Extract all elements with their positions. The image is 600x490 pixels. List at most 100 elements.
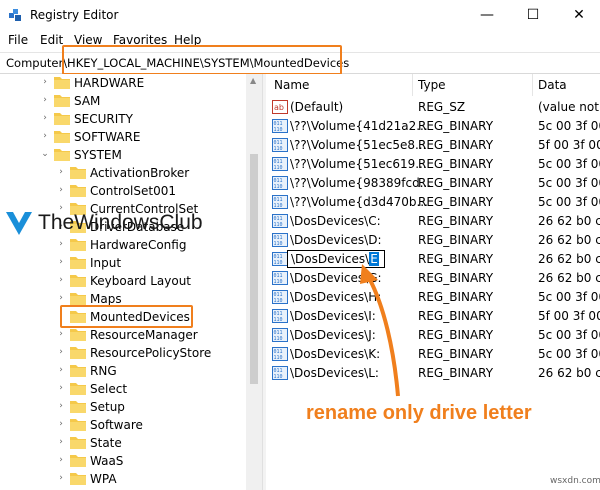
minimize-button[interactable]: — [464, 0, 510, 30]
value-type: REG_BINARY [418, 138, 494, 152]
column-header-data[interactable]: Data [538, 78, 567, 92]
chevron-right-icon[interactable]: › [56, 383, 66, 393]
key-tree-pane[interactable]: › HARDWARE › SAM › SECURITY › SOFTWARE ⌄ SYSTEM › A… [0, 74, 262, 490]
tree-item[interactable]: › Select [0, 380, 246, 398]
value-row[interactable]: 011 110 \DosDevices\C: REG_BINARY 26 62 b0 c… [266, 212, 600, 231]
chevron-right-icon[interactable]: › [40, 113, 50, 123]
folder-icon [70, 437, 86, 449]
value-row[interactable]: 011 110 \??\Volume{41d21a2... REG_BINARY 5c … [266, 117, 600, 136]
chevron-right-icon[interactable]: › [56, 275, 66, 285]
value-type: REG_SZ [418, 100, 466, 114]
value-row[interactable]: 011 110 \DosDevices\K: REG_BINARY 5c 00 3f 0… [266, 345, 600, 364]
tree-item[interactable]: › HARDWARE [0, 74, 246, 92]
value-data: (value not s [538, 100, 600, 114]
value-data: 5c 00 3f 00 3 [538, 195, 600, 209]
menu-file[interactable]: File [8, 33, 28, 47]
tree-item[interactable]: › ActivationBroker [0, 164, 246, 182]
chevron-right-icon[interactable]: › [56, 167, 66, 177]
window-title: Registry Editor [30, 8, 119, 22]
value-type: REG_BINARY [418, 309, 494, 323]
svg-text:110: 110 [274, 279, 283, 285]
svg-text:110: 110 [274, 203, 283, 209]
value-row[interactable]: 011 110 \??\Volume{51ec619... REG_BINARY 5c … [266, 155, 600, 174]
menu-edit[interactable]: Edit [40, 33, 63, 47]
binary-value-icon: 011110 [272, 347, 288, 361]
binary-value-icon: 011110 [272, 252, 288, 266]
chevron-right-icon[interactable]: › [56, 419, 66, 429]
chevron-right-icon[interactable]: › [40, 77, 50, 87]
tree-item[interactable]: › WPA [0, 470, 246, 488]
maximize-button[interactable]: ☐ [510, 0, 556, 30]
rename-value-input[interactable]: \DosDevices\E [287, 250, 385, 268]
value-row[interactable]: 011 110 \??\Volume{51ec5e8... REG_BINARY 5f … [266, 136, 600, 155]
annotation-text: rename only drive letter [306, 402, 532, 424]
tree-item[interactable]: › SOFTWARE [0, 128, 246, 146]
tree-item-label: ActivationBroker [90, 166, 190, 180]
tree-scrollbar[interactable]: ▲ [246, 74, 262, 490]
column-divider[interactable] [532, 74, 533, 96]
chevron-right-icon[interactable]: › [56, 329, 66, 339]
tree-item[interactable]: › State [0, 434, 246, 452]
chevron-down-icon[interactable]: ⌄ [40, 149, 50, 159]
folder-icon [70, 293, 86, 305]
rename-input-text[interactable]: \DosDevices\E [291, 252, 379, 266]
value-row[interactable]: 011 110 \DosDevices\D: REG_BINARY 26 62 b0 c… [266, 231, 600, 250]
value-row[interactable]: 011 110 \DosDevices\G: REG_BINARY 26 62 b0 c… [266, 269, 600, 288]
value-data: 5c 00 3f 00 3 [538, 290, 600, 304]
value-data: 5c 00 3f 00 3 [538, 347, 600, 361]
chevron-right-icon[interactable]: › [56, 437, 66, 447]
value-row[interactable]: 011 110 \DosDevices\J: REG_BINARY 5c 00 3f 0… [266, 326, 600, 345]
svg-text:110: 110 [274, 241, 283, 247]
tree-item[interactable]: ⌄ SYSTEM [0, 146, 246, 164]
value-data: 26 62 b0 c4 [538, 271, 600, 285]
column-header-name[interactable]: Name [274, 78, 309, 92]
tree-item-label: WaaS [90, 454, 124, 468]
values-list-pane[interactable]: Name Type Data ab (Default) REG_SZ (value n… [266, 74, 600, 490]
value-row[interactable]: 011 110 \DosDevices\L: REG_BINARY 26 62 b0 c… [266, 364, 600, 383]
svg-text:110: 110 [274, 374, 283, 380]
tree-item[interactable]: › Keyboard Layout [0, 272, 246, 290]
binary-value-icon: 011110 [272, 157, 288, 171]
value-row[interactable]: 011 110 \DosDevices\H: REG_BINARY 5c 00 3f 0… [266, 288, 600, 307]
selected-drive-letter[interactable]: E [369, 252, 379, 266]
column-header-type[interactable]: Type [418, 78, 446, 92]
tree-item[interactable]: › ControlSet001 [0, 182, 246, 200]
folder-icon [70, 383, 86, 395]
value-data: 26 62 b0 c4 [538, 252, 600, 266]
folder-icon [54, 95, 70, 107]
tree-item[interactable]: › Input [0, 254, 246, 272]
chevron-right-icon[interactable]: › [56, 257, 66, 267]
tree-item[interactable]: › RNG [0, 362, 246, 380]
tree-item[interactable]: › Setup [0, 398, 246, 416]
value-row[interactable]: 011 110 \??\Volume{98389fcd... REG_BINARY 5c… [266, 174, 600, 193]
tree-item[interactable]: › SECURITY [0, 110, 246, 128]
value-name: \??\Volume{98389fcd... [290, 176, 432, 190]
tree-item[interactable]: › WaaS [0, 452, 246, 470]
chevron-right-icon[interactable]: › [56, 473, 66, 483]
tree-scrollbar-thumb[interactable] [250, 154, 258, 384]
chevron-right-icon[interactable]: › [56, 185, 66, 195]
chevron-right-icon[interactable]: › [56, 347, 66, 357]
tree-item[interactable]: › ResourcePolicyStore [0, 344, 246, 362]
tree-item[interactable]: › ResourceManager [0, 326, 246, 344]
tree-item[interactable]: › Software [0, 416, 246, 434]
value-row[interactable]: ab (Default) REG_SZ (value not s [266, 98, 600, 117]
close-button[interactable]: ✕ [556, 0, 600, 30]
value-row[interactable]: 011 110 \DosDevices\I: REG_BINARY 5f 00 3f 0… [266, 307, 600, 326]
chevron-right-icon[interactable]: › [56, 365, 66, 375]
chevron-right-icon[interactable]: › [56, 293, 66, 303]
tree-item[interactable]: › SAM [0, 92, 246, 110]
scroll-up-arrow-icon[interactable]: ▲ [250, 76, 256, 85]
folder-icon [54, 149, 70, 161]
folder-icon [70, 419, 86, 431]
binary-value-icon: 011110 [272, 309, 288, 323]
chevron-right-icon[interactable]: › [40, 131, 50, 141]
value-name: (Default) [290, 100, 344, 114]
value-row[interactable]: 011110\DosDevices\E REG_BINARY 26 62 b0 c4 [266, 250, 600, 269]
chevron-right-icon[interactable]: › [40, 95, 50, 105]
chevron-right-icon[interactable]: › [56, 401, 66, 411]
chevron-right-icon[interactable]: › [56, 455, 66, 465]
column-divider[interactable] [412, 74, 413, 96]
value-type: REG_BINARY [418, 214, 494, 228]
value-row[interactable]: 011 110 \??\Volume{d3d470b... REG_BINARY 5c … [266, 193, 600, 212]
